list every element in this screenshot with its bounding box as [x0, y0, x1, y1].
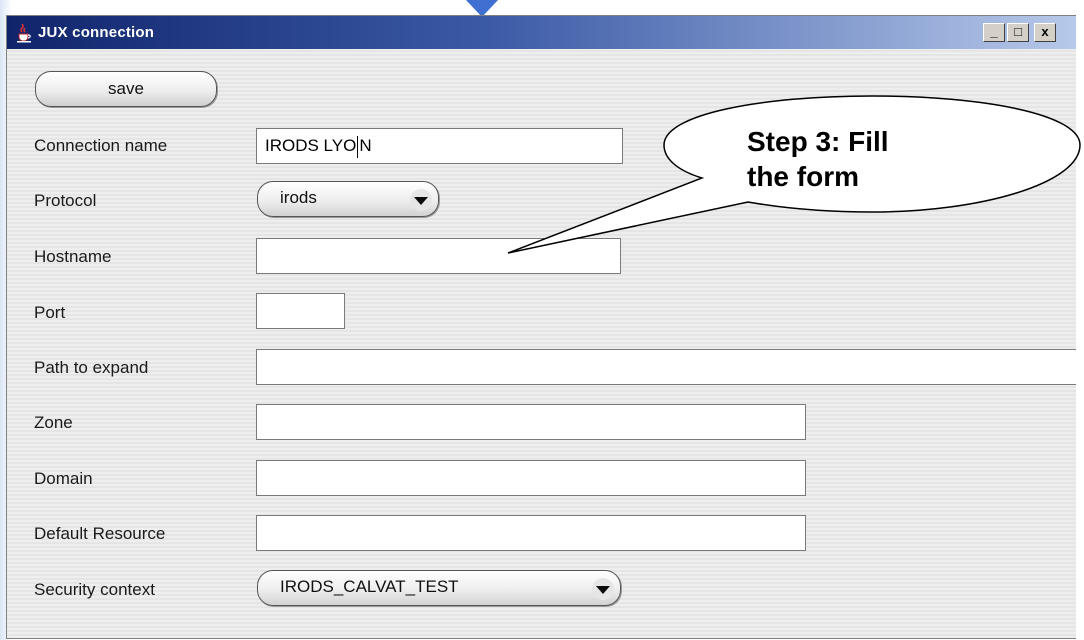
chevron-down-icon[interactable]: [592, 578, 614, 600]
connection-name-value-tail: N: [359, 136, 372, 155]
domain-input[interactable]: [256, 460, 806, 496]
security-context-selected-value: IRODS_CALVAT_TEST: [280, 577, 459, 596]
port-label: Port: [34, 303, 66, 322]
callout-line-1: Step 3: Fill: [747, 126, 889, 157]
default-resource-label: Default Resource: [34, 524, 166, 543]
minimize-button[interactable]: _: [983, 23, 1005, 42]
path-to-expand-input[interactable]: [256, 349, 1076, 385]
connection-name-label: Connection name: [34, 136, 168, 155]
protocol-select[interactable]: irods: [257, 181, 439, 217]
security-context-label: Security context: [34, 580, 155, 599]
domain-label: Domain: [34, 469, 93, 488]
path-to-expand-label: Path to expand: [34, 358, 149, 377]
protocol-selected-value: irods: [280, 188, 317, 207]
zone-label: Zone: [34, 413, 73, 432]
callout-line-2: the form: [747, 161, 859, 192]
jux-connection-window: JUX connection _ □ x save Connection nam…: [6, 15, 1076, 639]
maximize-button[interactable]: □: [1007, 23, 1029, 42]
title-bar[interactable]: JUX connection _ □ x: [7, 16, 1076, 49]
protocol-label: Protocol: [34, 191, 97, 210]
security-context-select[interactable]: IRODS_CALVAT_TEST: [257, 570, 621, 606]
zone-input[interactable]: [256, 404, 806, 440]
callout-text: Step 3: Fill the form: [747, 124, 1007, 194]
java-cup-icon: [17, 23, 31, 43]
save-button[interactable]: save: [35, 71, 217, 107]
hostname-input[interactable]: [256, 238, 621, 274]
default-resource-input[interactable]: [256, 515, 806, 551]
connection-name-input[interactable]: IRODS LYO N: [256, 128, 623, 164]
connection-name-value: IRODS LYO: [265, 136, 357, 155]
close-button[interactable]: x: [1034, 23, 1056, 42]
chevron-down-icon[interactable]: [410, 189, 432, 211]
port-input[interactable]: [256, 293, 345, 329]
hostname-label: Hostname: [34, 247, 112, 266]
window-title: JUX connection: [38, 24, 155, 41]
